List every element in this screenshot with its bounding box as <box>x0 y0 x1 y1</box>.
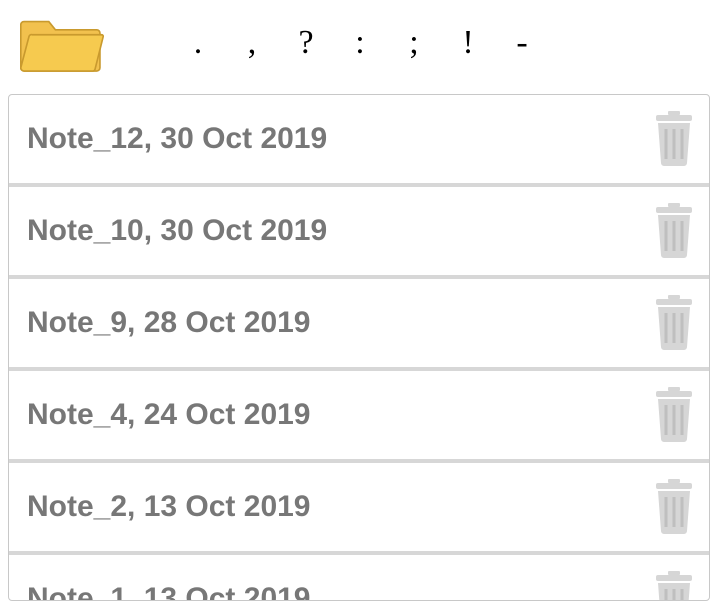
note-label: Note_12, 30 Oct 2019 <box>27 122 327 156</box>
list-item[interactable]: Note_2, 13 Oct 2019 <box>9 463 709 555</box>
punctuation-bar: . , ? : ; ! - <box>122 26 698 60</box>
punct-period[interactable]: . <box>188 26 208 60</box>
notes-list: Note_12, 30 Oct 2019 Note_10, 30 Oct 201… <box>8 94 710 601</box>
list-item[interactable]: Note_4, 24 Oct 2019 <box>9 371 709 463</box>
notes-scroll[interactable]: Note_12, 30 Oct 2019 Note_10, 30 Oct 201… <box>9 95 709 600</box>
punct-question[interactable]: ? <box>296 26 316 60</box>
punct-dash[interactable]: - <box>512 26 532 60</box>
punct-colon[interactable]: : <box>350 26 370 60</box>
list-item[interactable]: Note_12, 30 Oct 2019 <box>9 95 709 187</box>
note-label: Note_10, 30 Oct 2019 <box>27 214 327 248</box>
trash-icon[interactable] <box>649 111 699 167</box>
punct-exclam[interactable]: ! <box>458 26 478 60</box>
note-label: Note_2, 13 Oct 2019 <box>27 490 311 524</box>
trash-icon[interactable] <box>649 479 699 535</box>
trash-icon[interactable] <box>649 295 699 351</box>
list-item[interactable]: Note_1, 13 Oct 2019 <box>9 555 709 600</box>
trash-icon[interactable] <box>649 387 699 443</box>
list-item[interactable]: Note_9, 28 Oct 2019 <box>9 279 709 371</box>
trash-icon[interactable] <box>649 571 699 600</box>
folder-icon[interactable] <box>20 10 104 76</box>
trash-icon[interactable] <box>649 203 699 259</box>
note-label: Note_4, 24 Oct 2019 <box>27 398 311 432</box>
note-label: Note_9, 28 Oct 2019 <box>27 306 311 340</box>
punct-comma[interactable]: , <box>242 26 262 60</box>
toolbar: . , ? : ; ! - <box>0 0 718 90</box>
punct-semicolon[interactable]: ; <box>404 26 424 60</box>
note-label: Note_1, 13 Oct 2019 <box>27 582 311 600</box>
list-item[interactable]: Note_10, 30 Oct 2019 <box>9 187 709 279</box>
